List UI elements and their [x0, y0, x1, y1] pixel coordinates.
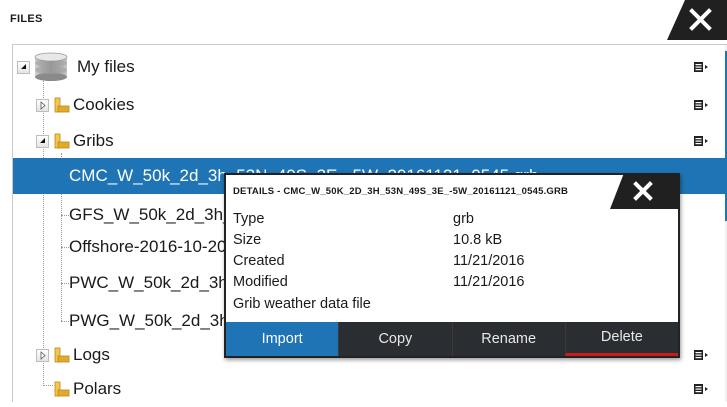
folder-icon: [54, 133, 70, 149]
import-button[interactable]: Import: [226, 322, 339, 356]
properties-list: Type grb Size 10.8 kB Created 11/21/2016…: [233, 211, 663, 295]
menu-arrow-icon[interactable]: [694, 135, 708, 147]
folder-icon: [54, 381, 70, 397]
files-header: FILES: [0, 0, 727, 40]
rename-button[interactable]: Rename: [451, 322, 565, 356]
menu-arrow-icon[interactable]: [694, 383, 708, 395]
menu-arrow-icon[interactable]: [694, 349, 708, 361]
property-value: grb: [453, 211, 474, 227]
triangle-right-icon: [40, 351, 46, 360]
details-dialog: DETAILS - CMC_W_50K_2D_3H_53N_49S_3E_-5W…: [224, 173, 680, 358]
tree-item-gribs[interactable]: Gribs: [13, 123, 727, 159]
collapse-toggle[interactable]: [17, 61, 30, 74]
tree-item-polars[interactable]: Polars: [13, 371, 727, 407]
expand-toggle[interactable]: [36, 349, 49, 362]
dialog-title: DETAILS - CMC_W_50K_2D_3H_53N_49S_3E_-5W…: [233, 186, 569, 197]
property-modified: Modified 11/21/2016: [233, 274, 663, 295]
database-icon: [34, 52, 68, 81]
triangle-down-icon: [21, 64, 26, 69]
page-title: FILES: [10, 13, 43, 25]
file-description: Grib weather data file: [233, 296, 371, 312]
tree-item-label: Polars: [73, 379, 122, 398]
property-created: Created 11/21/2016: [233, 253, 663, 274]
file-name: Offshore-2016-10-20-0: [69, 237, 242, 256]
tree-item-label: Logs: [73, 345, 110, 364]
property-size: Size 10.8 kB: [233, 232, 663, 253]
property-value: 11/21/2016: [453, 274, 525, 290]
close-icon: [667, 0, 727, 40]
tree-item-label: Cookies: [73, 95, 135, 114]
close-icon: [610, 173, 680, 209]
property-key: Size: [233, 232, 262, 248]
close-button[interactable]: [667, 0, 727, 40]
collapse-toggle[interactable]: [36, 135, 49, 148]
property-key: Type: [233, 211, 265, 227]
folder-icon: [54, 347, 70, 363]
tree-item-label: Gribs: [73, 131, 114, 150]
triangle-down-icon: [40, 138, 45, 143]
dialog-button-bar: Import Copy Rename Delete: [226, 322, 678, 356]
property-key: Created: [233, 253, 285, 269]
tree-item-cookies[interactable]: Cookies: [13, 87, 727, 123]
property-value: 11/21/2016: [453, 253, 525, 269]
tree-item-my-files[interactable]: My files: [13, 49, 727, 85]
dialog-close-button[interactable]: [610, 173, 680, 209]
menu-arrow-icon[interactable]: [694, 61, 708, 73]
property-type: Type grb: [233, 211, 663, 232]
folder-icon: [54, 97, 70, 113]
property-key: Modified: [233, 274, 288, 290]
menu-arrow-icon[interactable]: [694, 99, 708, 111]
copy-button[interactable]: Copy: [338, 322, 452, 356]
tree-item-label: My files: [77, 57, 135, 76]
property-value: 10.8 kB: [453, 232, 503, 248]
triangle-right-icon: [40, 101, 46, 110]
expand-toggle[interactable]: [36, 99, 49, 112]
delete-button[interactable]: Delete: [564, 322, 678, 356]
